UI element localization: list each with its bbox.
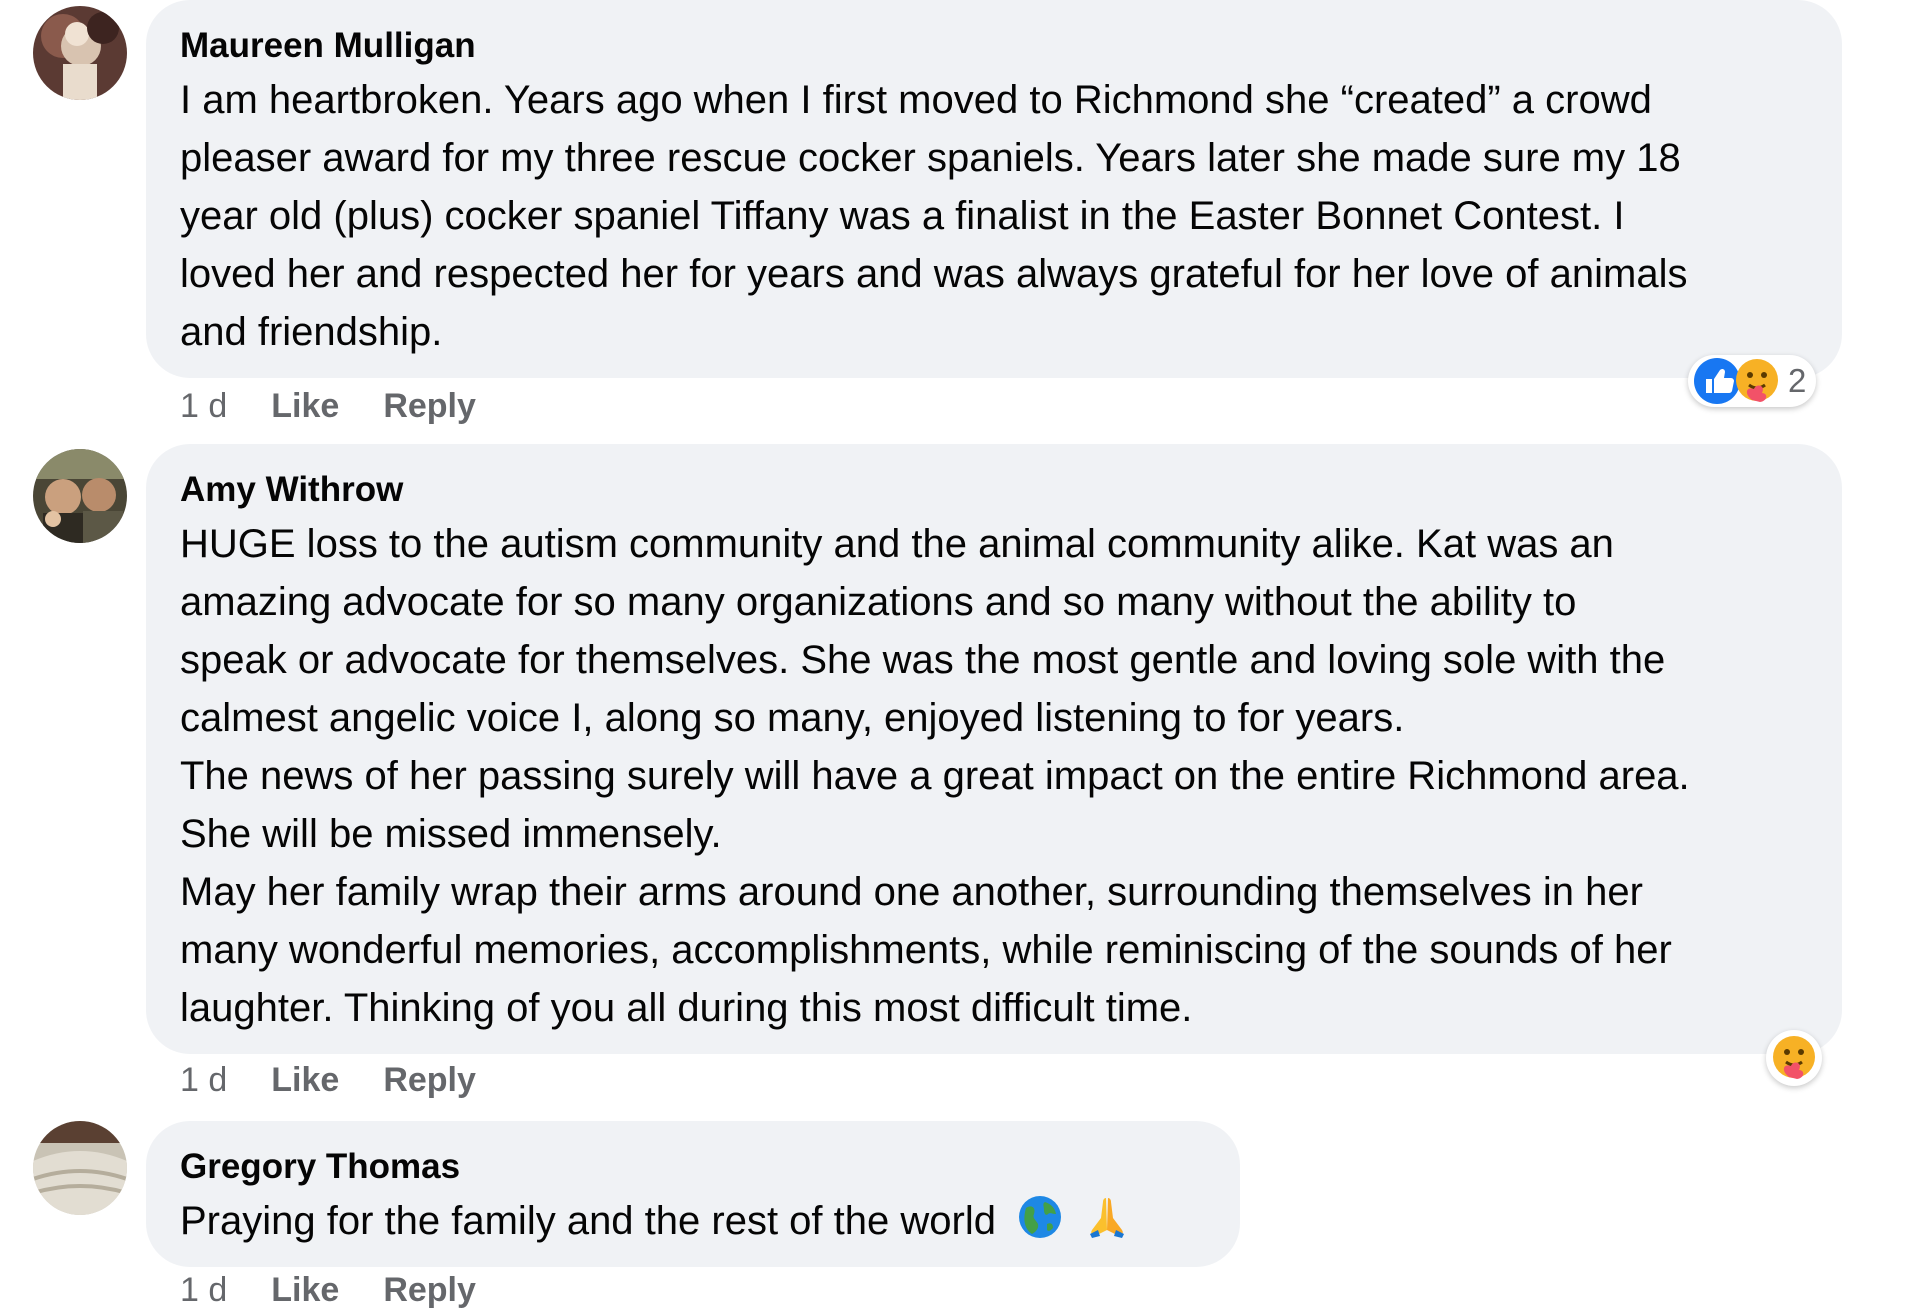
care-icon — [1773, 1036, 1815, 1079]
reaction-summary[interactable] — [1766, 1030, 1822, 1086]
comment-line: The news of her passing surely will have… — [180, 754, 1690, 798]
comment-line: calmest angelic voice I, along so many, … — [180, 696, 1405, 740]
comment-bubble: Amy Withrow HUGE loss to the autism comm… — [146, 444, 1842, 1054]
comment-actions: 1 d Like Reply — [180, 1270, 520, 1310]
comment-author[interactable]: Gregory Thomas — [180, 1147, 1206, 1187]
reaction-summary[interactable]: 2 — [1688, 355, 1817, 407]
comment-line: laughter. Thinking of you all during thi… — [180, 986, 1193, 1030]
comment-actions: 1 d Like Reply — [180, 386, 520, 426]
comment-line: pleaser award for my three rescue cocker… — [180, 136, 1681, 180]
comment-timestamp[interactable]: 1 d — [180, 1061, 227, 1099]
comment-line-text: Praying for the family and the rest of t… — [180, 1199, 996, 1243]
reaction-count: 2 — [1788, 362, 1807, 399]
comment-line: I am heartbroken. Years ago when I first… — [180, 78, 1652, 122]
comment-bubble: Maureen Mulligan I am heartbroken. Years… — [146, 0, 1842, 378]
comment-timestamp[interactable]: 1 d — [180, 1271, 227, 1309]
praying-hands-icon — [1090, 1198, 1125, 1238]
reply-button[interactable]: Reply — [383, 1271, 476, 1309]
comment-line: year old (plus) cocker spaniel Tiffany w… — [180, 194, 1625, 238]
reply-button[interactable]: Reply — [383, 1061, 476, 1099]
comment-line: HUGE loss to the autism community and th… — [180, 522, 1614, 566]
comment-line: speak or advocate for themselves. She wa… — [180, 638, 1666, 682]
like-button[interactable]: Like — [271, 1061, 339, 1099]
comment-author[interactable]: Amy Withrow — [180, 470, 1808, 510]
comment-line: many wonderful memories, accomplishments… — [180, 928, 1672, 972]
avatar[interactable] — [33, 449, 127, 543]
comment-timestamp[interactable]: 1 d — [180, 387, 227, 425]
avatar[interactable] — [33, 6, 127, 100]
comment-author[interactable]: Maureen Mulligan — [180, 26, 1808, 66]
comment-line: She will be missed immensely. — [180, 812, 722, 856]
comment-line: May her family wrap their arms around on… — [180, 870, 1643, 914]
globe-icon — [1019, 1196, 1062, 1238]
reply-button[interactable]: Reply — [383, 387, 476, 425]
comment-text: I am heartbroken. Years ago when I first… — [180, 71, 1808, 361]
like-button[interactable]: Like — [271, 387, 339, 425]
comment-text: Praying for the family and the rest of t… — [180, 1192, 1206, 1250]
care-icon — [1736, 359, 1778, 402]
comment-line: loved her and respected her for years an… — [180, 252, 1688, 296]
comment-line: and friendship. — [180, 310, 443, 354]
comment-text: HUGE loss to the autism community and th… — [180, 515, 1808, 1037]
avatar[interactable] — [33, 1121, 127, 1215]
comment-actions: 1 d Like Reply — [180, 1060, 520, 1100]
comment-bubble: Gregory Thomas Praying for the family an… — [146, 1121, 1240, 1267]
like-button[interactable]: Like — [271, 1271, 339, 1309]
comment-line: amazing advocate for so many organizatio… — [180, 580, 1577, 624]
comment-line: Praying for the family and the rest of t… — [180, 1192, 1206, 1250]
